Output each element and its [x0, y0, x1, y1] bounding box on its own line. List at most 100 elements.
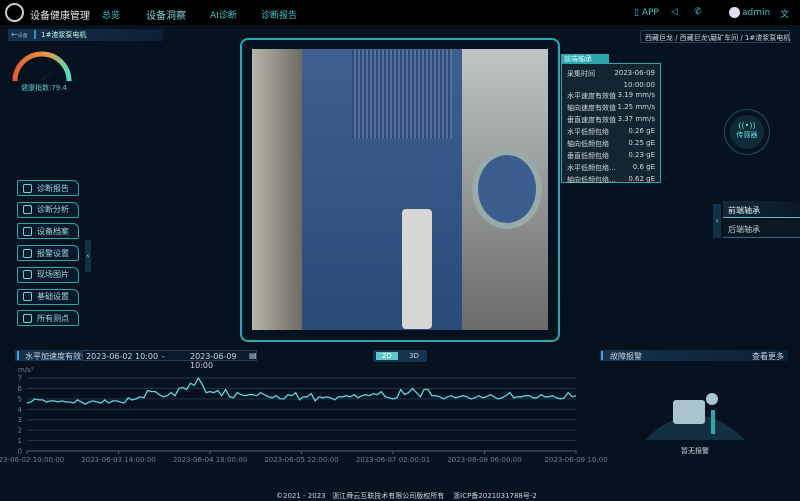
- y-tick-label: 2: [18, 427, 22, 435]
- metric-row: 水平低频包络 0.26 gE: [567, 126, 655, 138]
- expand-right-button[interactable]: ›: [713, 204, 721, 238]
- app-link[interactable]: ▯ APP: [634, 8, 659, 18]
- gauge-needle: [40, 70, 55, 81]
- sensor-button[interactable]: ((•)) 传感器: [724, 109, 770, 155]
- image-icon: [23, 270, 32, 280]
- metric-value: 0.25 gE: [628, 139, 655, 147]
- x-tick-label: 2023-06-04 18:00:00: [173, 456, 247, 464]
- menu-item-2[interactable]: 设备档案: [17, 223, 79, 240]
- metric-name: 水平低频包络...: [567, 164, 616, 172]
- site-photo: [252, 49, 548, 330]
- avatar[interactable]: [729, 7, 740, 18]
- metric-value: 3.19 mm/s: [617, 91, 655, 99]
- tab-rear-bearing[interactable]: 后端轴承: [723, 220, 800, 238]
- x-tick-label: 2023-06-07 02:00:01: [356, 456, 430, 464]
- nav-overview[interactable]: 总览: [102, 8, 120, 21]
- metric-name: 垂直速度有效值: [567, 116, 616, 124]
- logo-icon: [5, 3, 24, 22]
- y-tick-label: 7: [18, 375, 22, 383]
- sensor-icon: ((•)): [738, 121, 756, 130]
- nav-insight[interactable]: 设备洞察: [146, 7, 186, 22]
- bearing-panel-title: 前端轴承: [561, 54, 609, 63]
- menu-label: 所有测点: [37, 313, 69, 323]
- app-label: APP: [641, 8, 659, 18]
- x-tick-label: 2023-06-08 06:00:00: [447, 456, 521, 464]
- date-range-picker[interactable]: 2023-06-02 10:00 - 2023-06-09 10:00 ▤: [82, 350, 257, 370]
- notify-icon[interactable]: ◁: [671, 7, 678, 17]
- y-tick-label: 4: [18, 406, 23, 414]
- user-name[interactable]: admin: [742, 8, 770, 18]
- x-tick-label: 2023-06-02 10:00:00: [0, 456, 64, 464]
- tab-2d[interactable]: 2D: [376, 352, 398, 360]
- menu-item-5[interactable]: 基础设置: [17, 288, 79, 305]
- metric-value: 2023-06-09: [614, 69, 655, 77]
- menu-label: 设备档案: [37, 226, 69, 236]
- metric-row: 垂直低频包络 0.23 gE: [567, 150, 655, 162]
- x-tick-label: 2023-06-03 14:00:00: [81, 456, 155, 464]
- metric-value: 10:00:00: [623, 81, 655, 89]
- metric-row: 轴向低频包络... 0.62 gE: [567, 174, 655, 186]
- metric-value: 0.26 gE: [628, 127, 655, 135]
- view-toggle: 2D 3D: [373, 350, 427, 362]
- bearing-panel: 采集时间 2023-06-09 10:00:00 水平速度有效值 3.19 mm/s 轴向…: [561, 63, 661, 186]
- collapse-left-button[interactable]: ‹: [85, 240, 91, 272]
- metric-row: 轴向低频包络 0.25 gE: [567, 138, 655, 150]
- metric-name: 轴向低频包络: [567, 140, 609, 148]
- view-more-link[interactable]: 查看更多: [752, 351, 784, 362]
- acceleration-chart: m/s² 0 1 2 3 4 5 6 7 2023-06-02 10:00:00 2023-06-0…: [0, 366, 608, 464]
- phone-icon[interactable]: ✆: [694, 7, 702, 17]
- alarm-title: 故障报警: [610, 352, 642, 361]
- menu-label: 诊断报告: [37, 183, 69, 193]
- metric-name: 采集时间: [567, 70, 595, 78]
- metric-value: 3.37 mm/s: [617, 115, 655, 123]
- series-line: [26, 376, 577, 405]
- grid-icon: [23, 313, 32, 323]
- menu-item-3[interactable]: 报警设置: [17, 245, 79, 262]
- menu-label: 现场图片: [37, 270, 69, 280]
- menu-item-0[interactable]: 诊断报告: [17, 180, 79, 196]
- y-tick-label: 5: [18, 395, 22, 403]
- translate-icon[interactable]: 文: [780, 7, 789, 20]
- back-label: 设备: [17, 33, 28, 39]
- y-tick-label: 1: [18, 437, 22, 445]
- alarm-icon: [23, 248, 32, 258]
- x-tick-label: 2023-06-09 10:00: [544, 456, 607, 464]
- menu-item-4[interactable]: 现场图片: [17, 266, 79, 283]
- divider: [34, 30, 36, 39]
- metric-value: 1.25 mm/s: [617, 103, 655, 111]
- metric-row: 轴向速度有效值 1.25 mm/s: [567, 102, 655, 114]
- nav-report[interactable]: 诊断报告: [261, 8, 297, 21]
- breadcrumb: 西藏巨龙 / 西藏巨龙\磨矿车间 / 1#渣浆泵电机: [640, 30, 790, 43]
- tab-3d[interactable]: 3D: [403, 352, 425, 360]
- no-alarm-illustration: [645, 393, 745, 440]
- date-separator: -: [162, 352, 165, 361]
- health-gauge: [12, 51, 72, 82]
- metric-name: 水平速度有效值: [567, 92, 616, 100]
- x-tick-label: 2023-06-05 22:00:00: [264, 456, 338, 464]
- alarm-header: 故障报警 查看更多: [600, 350, 788, 361]
- metric-name: 水平低频包络: [567, 128, 609, 136]
- y-tick-label: 6: [18, 385, 23, 393]
- tab-front-bearing[interactable]: 前端轴承: [723, 201, 800, 218]
- metric-label: 水平加速度有效值: [25, 352, 89, 361]
- y-tick-label: 3: [18, 416, 22, 424]
- metric-row: 垂直速度有效值 3.37 mm/s: [567, 114, 655, 126]
- menu-item-6[interactable]: 所有测点: [17, 310, 79, 327]
- metric-value: 0.62 gE: [628, 175, 655, 183]
- back-button[interactable]: ←设备: [11, 30, 28, 39]
- metric-name: 垂直低频包络: [567, 152, 609, 160]
- metric-value: 0.23 gE: [628, 151, 655, 159]
- nav-ai[interactable]: AI诊断: [210, 8, 237, 21]
- divider: [17, 351, 19, 360]
- calendar-icon[interactable]: ▤: [249, 351, 257, 360]
- menu-label: 报警设置: [37, 248, 69, 258]
- device-bar: ←设备 1#渣浆泵电机: [8, 29, 163, 41]
- report-icon: [23, 183, 32, 193]
- metric-value: 0.6 gE: [632, 163, 655, 171]
- y-tick-label: 0: [18, 448, 22, 456]
- device-name: 1#渣浆泵电机: [41, 31, 87, 39]
- menu-item-1[interactable]: 诊断分析: [17, 201, 79, 218]
- top-bar: 设备健康管理 总览 设备洞察 AI诊断 诊断报告 ▯ APP ◁ ✆ admin…: [0, 0, 800, 25]
- gear-icon: [23, 292, 32, 301]
- start-date[interactable]: 2023-06-02 10:00: [86, 352, 158, 361]
